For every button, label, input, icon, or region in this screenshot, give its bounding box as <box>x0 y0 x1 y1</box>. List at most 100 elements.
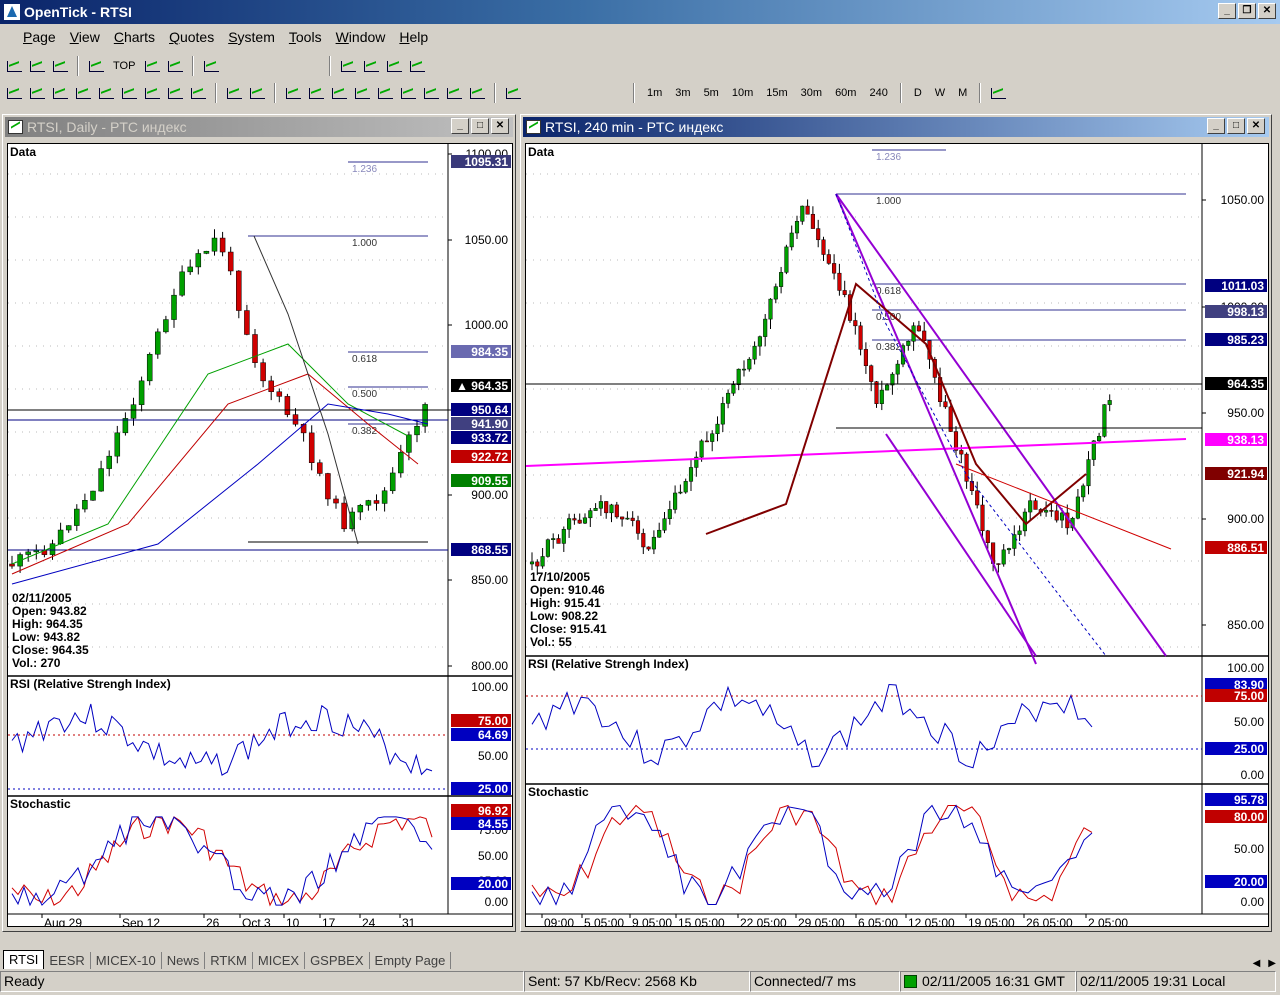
intraday-chart-canvas[interactable]: Data RSI (Relative Strengh Index) Stochast… <box>525 143 1269 930</box>
text-tool-icon[interactable] <box>467 83 487 103</box>
fibonacci-fan-icon[interactable] <box>398 83 418 103</box>
candle-chart-icon[interactable] <box>27 83 47 103</box>
timeframe-60m[interactable]: 60m <box>830 87 861 99</box>
horizontal-line-icon[interactable] <box>306 83 326 103</box>
line-chart-icon[interactable] <box>4 56 24 76</box>
timeframe-30m[interactable]: 30m <box>796 87 827 99</box>
timeframe-1m[interactable]: 1m <box>642 87 667 99</box>
candle <box>646 546 651 550</box>
tab-gspbex[interactable]: GSPBEX <box>305 952 370 969</box>
minimize-icon[interactable]: _ <box>1207 118 1225 134</box>
menu-window[interactable]: Window <box>329 29 393 45</box>
tab-micex-10[interactable]: MICEX-10 <box>91 952 162 969</box>
tab-empty-page[interactable]: Empty Page <box>370 952 452 969</box>
rsi-tag-label: 64.69 <box>478 728 508 742</box>
candle <box>768 298 773 320</box>
candle <box>171 294 177 320</box>
intraday-chart-titlebar[interactable]: RTSI, 240 min - PTC индекс _ □ ✕ <box>523 117 1269 137</box>
tab-rtkm[interactable]: RTKM <box>205 952 253 969</box>
candle <box>858 325 863 350</box>
minimize-icon[interactable]: _ <box>451 118 469 134</box>
candle <box>146 353 153 382</box>
study-icon[interactable] <box>142 83 162 103</box>
maximize-icon[interactable]: □ <box>471 118 489 134</box>
candle <box>816 228 821 241</box>
menu-quotes[interactable]: Quotes <box>162 29 221 45</box>
clock-icon[interactable] <box>988 83 1008 103</box>
crosshair-icon[interactable] <box>247 83 267 103</box>
tab-scroll-left-icon[interactable]: ◀ <box>1249 958 1265 969</box>
candle <box>710 433 715 442</box>
menu-page[interactable]: Page <box>16 29 63 45</box>
line-icon[interactable] <box>50 83 70 103</box>
stochastic-pane-label: Stochastic <box>528 785 589 799</box>
candle <box>106 455 112 469</box>
indicator-icon[interactable] <box>119 83 139 103</box>
save-page-icon[interactable] <box>384 56 404 76</box>
pointer-icon[interactable] <box>283 83 303 103</box>
timeframe-240[interactable]: 240 <box>864 87 892 99</box>
candle <box>567 518 572 530</box>
scale-icon[interactable] <box>188 83 208 103</box>
timeframe-15m[interactable]: 15m <box>761 87 792 99</box>
sound-icon[interactable] <box>201 56 221 76</box>
open-page-icon[interactable] <box>361 56 381 76</box>
timeframe-5m[interactable]: 5m <box>699 87 724 99</box>
new-page-icon[interactable] <box>338 56 358 76</box>
rsi-axis-label: 50.00 <box>1234 715 1264 729</box>
candle <box>625 517 630 520</box>
restore-icon[interactable]: ❐ <box>1238 3 1256 19</box>
candle <box>74 508 80 526</box>
histogram-icon[interactable] <box>165 83 185 103</box>
trend-line-icon[interactable] <box>352 83 372 103</box>
daily-chart-svg[interactable]: Data RSI (Relative Strengh Index) Stochast… <box>8 144 512 930</box>
alert-icon[interactable] <box>165 56 185 76</box>
intraday-chart-title: RTSI, 240 min - PTC индекс <box>545 119 724 135</box>
menu-charts[interactable]: Charts <box>107 29 162 45</box>
tab-scroll-right-icon[interactable]: ▶ <box>1264 958 1280 969</box>
price-tag-label: 941.90 <box>471 417 508 431</box>
close-icon[interactable]: ✕ <box>1258 3 1276 19</box>
daily-chart-titlebar[interactable]: RTSI, Daily - PTC индекс _ □ ✕ <box>5 117 513 137</box>
bar-chart-icon[interactable] <box>4 83 24 103</box>
delete-icon[interactable] <box>407 56 427 76</box>
intraday-chart-svg[interactable]: Data RSI (Relative Strengh Index) Stochast… <box>525 144 1268 930</box>
candle <box>211 237 218 252</box>
top-button[interactable]: TOP <box>109 60 139 72</box>
menu-help[interactable]: Help <box>392 29 435 45</box>
candle <box>779 272 784 287</box>
tab-eesr[interactable]: EESR <box>44 952 91 969</box>
menu-tools[interactable]: Tools <box>282 29 329 45</box>
maximize-icon[interactable]: □ <box>1227 118 1245 134</box>
close-icon[interactable]: ✕ <box>491 118 509 134</box>
timeframe-10m[interactable]: 10m <box>727 87 758 99</box>
search-icon[interactable] <box>142 56 162 76</box>
timeframe-w[interactable]: W <box>930 87 950 99</box>
fibonacci-retracement-icon[interactable] <box>421 83 441 103</box>
tab-rtsi[interactable]: RTSI <box>3 950 45 969</box>
close-icon[interactable]: ✕ <box>1247 118 1265 134</box>
grid-icon[interactable] <box>50 56 70 76</box>
channel-icon[interactable] <box>375 83 395 103</box>
tab-micex[interactable]: MICEX <box>253 952 306 969</box>
pen-icon[interactable] <box>503 83 523 103</box>
tab-news[interactable]: News <box>162 952 206 969</box>
menu-system[interactable]: System <box>221 29 282 45</box>
quotes-table-icon[interactable] <box>27 56 47 76</box>
title-bar: OpenTick - RTSI _ ❐ ✕ <box>0 0 1280 24</box>
vertical-line-icon[interactable] <box>329 83 349 103</box>
minimize-icon[interactable]: _ <box>1218 3 1236 19</box>
candle <box>630 517 635 521</box>
candle <box>1081 485 1086 498</box>
timeframe-3m[interactable]: 3m <box>670 87 695 99</box>
volume-icon[interactable] <box>73 83 93 103</box>
timeframe-m[interactable]: M <box>953 87 972 99</box>
menu-view[interactable]: View <box>63 29 107 45</box>
point-figure-icon[interactable] <box>96 83 116 103</box>
add-indicator-icon[interactable] <box>224 83 244 103</box>
tools-icon[interactable] <box>86 56 106 76</box>
daily-chart-canvas[interactable]: Data RSI (Relative Strengh Index) Stochast… <box>7 143 513 930</box>
timeframe-d[interactable]: D <box>909 87 927 99</box>
candle <box>704 440 709 443</box>
fibonacci-levels-icon[interactable] <box>444 83 464 103</box>
